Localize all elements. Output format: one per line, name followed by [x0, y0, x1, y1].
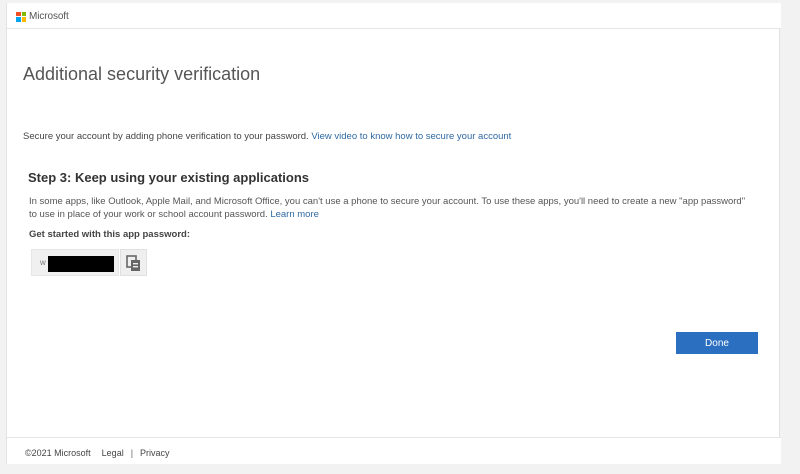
app-password-prefix: w [40, 258, 46, 267]
privacy-link[interactable]: Privacy [140, 448, 170, 458]
done-button[interactable]: Done [676, 332, 758, 354]
page-frame: Microsoft Additional security verificati… [6, 3, 781, 464]
copy-icon [126, 255, 140, 271]
microsoft-logo-icon [16, 11, 26, 22]
legal-link[interactable]: Legal [102, 448, 124, 458]
app-password-redaction [48, 256, 114, 272]
footer-separator: | [130, 448, 134, 458]
app-password-field[interactable]: w [31, 249, 119, 276]
page-title: Additional security verification [23, 64, 261, 84]
microsoft-logo: Microsoft [16, 11, 69, 22]
footer: ©2021 Microsoft Legal | Privacy [7, 437, 781, 464]
learn-more-link[interactable]: Learn more [270, 209, 319, 220]
brand-name: Microsoft [29, 11, 69, 22]
top-bar: Microsoft [7, 3, 781, 29]
intro-description: Secure your account by adding phone veri… [23, 131, 309, 142]
step-description-text: In some apps, like Outlook, Apple Mail, … [29, 196, 746, 220]
step-description: In some apps, like Outlook, Apple Mail, … [29, 195, 749, 221]
copy-password-button[interactable] [120, 249, 147, 276]
app-password-label: Get started with this app password: [29, 229, 190, 240]
view-video-link[interactable]: View video to know how to secure your ac… [311, 131, 511, 142]
copyright-text: ©2021 Microsoft [25, 448, 91, 458]
intro-text: Secure your account by adding phone veri… [23, 131, 511, 142]
step-title: Step 3: Keep using your existing applica… [28, 170, 309, 185]
